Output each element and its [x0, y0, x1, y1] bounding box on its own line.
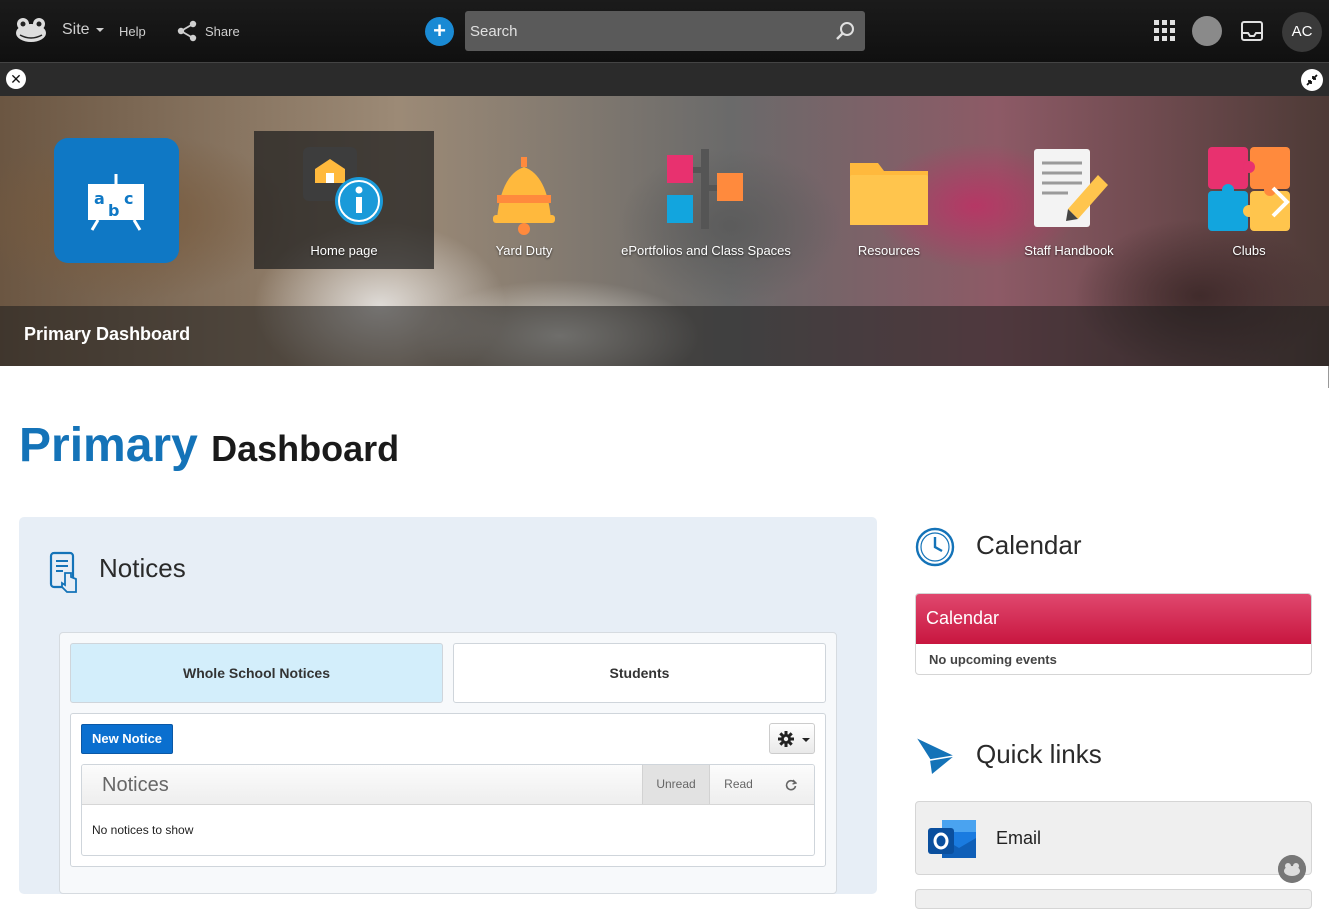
tile-clubs[interactable]: Clubs	[1159, 131, 1329, 269]
chevron-down-icon	[95, 27, 104, 32]
close-icon[interactable]: ✕	[6, 69, 26, 89]
plus-icon: +	[433, 18, 446, 43]
top-bar: Site Help Share + AC	[0, 0, 1329, 62]
search-box	[465, 11, 865, 51]
document-pencil-icon	[1034, 149, 1108, 227]
calendar-empty-message: No upcoming events	[929, 652, 1057, 667]
tile-eportfolios[interactable]: ePortfolios and Class Spaces	[616, 131, 796, 269]
page-title-secondary: Dashboard	[211, 428, 400, 469]
tile-label: Yard Duty	[495, 243, 553, 258]
tab-whole-school-notices[interactable]: Whole School Notices	[70, 643, 443, 703]
chevron-right-icon[interactable]	[1268, 184, 1292, 220]
tile-staff-handbook[interactable]: Staff Handbook	[979, 131, 1159, 269]
filter-unread-button[interactable]: Unread	[642, 765, 709, 804]
notices-list-title: Notices	[102, 774, 169, 796]
tablet-touch-icon	[49, 551, 77, 593]
notices-widget: Whole School Notices Students New Notice…	[59, 632, 837, 894]
avatar[interactable]: AC	[1282, 12, 1322, 52]
calendar-heading: Calendar	[976, 530, 1082, 560]
tile-label: ePortfolios and Class Spaces	[621, 243, 791, 258]
inbox-icon[interactable]	[1241, 21, 1263, 41]
new-notice-button[interactable]: New Notice	[81, 724, 173, 754]
home-info-icon	[303, 147, 383, 225]
apps-grid-icon[interactable]	[1154, 20, 1176, 42]
notices-heading: Notices	[99, 553, 186, 583]
site-menu-label: Site	[62, 21, 90, 38]
settings-menu-button[interactable]	[769, 723, 815, 754]
svg-text:b: b	[108, 201, 119, 220]
share-link[interactable]: Share	[205, 24, 240, 39]
quick-link-email[interactable]: Email	[915, 801, 1312, 875]
frog-help-icon[interactable]	[1278, 855, 1306, 883]
notices-panel: Notices Whole School Notices Students Ne…	[19, 517, 877, 894]
search-input[interactable]	[465, 11, 825, 51]
notices-list-header: Notices Unread Read	[82, 765, 814, 805]
notices-content: New Notice Notices Unread Read No notice…	[70, 713, 826, 867]
notifications-button[interactable]	[1192, 16, 1222, 46]
notices-list: Notices Unread Read No notices to show	[81, 764, 815, 856]
help-link[interactable]: Help	[119, 24, 146, 39]
calendar-widget: Calendar No upcoming events	[915, 593, 1312, 675]
gear-icon	[778, 731, 794, 747]
outlook-icon	[928, 820, 976, 858]
abc-board-icon: a b c	[54, 138, 179, 263]
add-button[interactable]: +	[425, 17, 454, 46]
tile-yard-duty[interactable]: Yard Duty	[434, 131, 614, 269]
tab-students[interactable]: Students	[453, 643, 826, 703]
portfolio-blocks-icon	[667, 149, 743, 229]
tile-label: Clubs	[1232, 243, 1266, 258]
tile-home-page[interactable]: Home page	[254, 131, 434, 269]
refresh-button[interactable]	[767, 765, 814, 804]
folder-icon	[850, 163, 928, 225]
svg-text:c: c	[124, 189, 133, 208]
tile-label: Home page	[310, 243, 378, 258]
page-title-primary: Primary	[19, 419, 198, 472]
clock-icon	[915, 527, 955, 567]
search-icon[interactable]	[835, 21, 855, 41]
tile-label: Resources	[857, 243, 921, 258]
quick-link-label: Email	[996, 828, 1042, 848]
quick-links-heading: Quick links	[976, 739, 1102, 769]
quick-link-item[interactable]	[915, 889, 1312, 909]
paper-plane-icon	[915, 737, 955, 774]
share-icon[interactable]	[176, 20, 198, 42]
chevron-down-icon	[802, 738, 810, 742]
banner-title-bar	[0, 306, 1329, 366]
collapse-icon[interactable]	[1301, 69, 1323, 91]
banner-title: Primary Dashboard	[24, 324, 191, 344]
filter-read-button[interactable]: Read	[709, 765, 767, 804]
page-title: Primary Dashboard	[19, 418, 399, 477]
tile-label: Staff Handbook	[1024, 243, 1114, 258]
refresh-icon	[785, 779, 798, 791]
dashboard-banner: a b c Home page Yard Duty ePortfolios an…	[0, 96, 1329, 366]
site-menu[interactable]: Site	[62, 21, 104, 39]
notices-empty-message: No notices to show	[92, 823, 194, 837]
banner-toolbar: ✕	[0, 62, 1329, 96]
bell-icon	[493, 157, 555, 235]
frog-logo-icon[interactable]	[14, 17, 48, 43]
tile-resources[interactable]: Resources	[799, 131, 979, 269]
calendar-header: Calendar	[916, 594, 1311, 644]
svg-text:a: a	[94, 189, 105, 208]
